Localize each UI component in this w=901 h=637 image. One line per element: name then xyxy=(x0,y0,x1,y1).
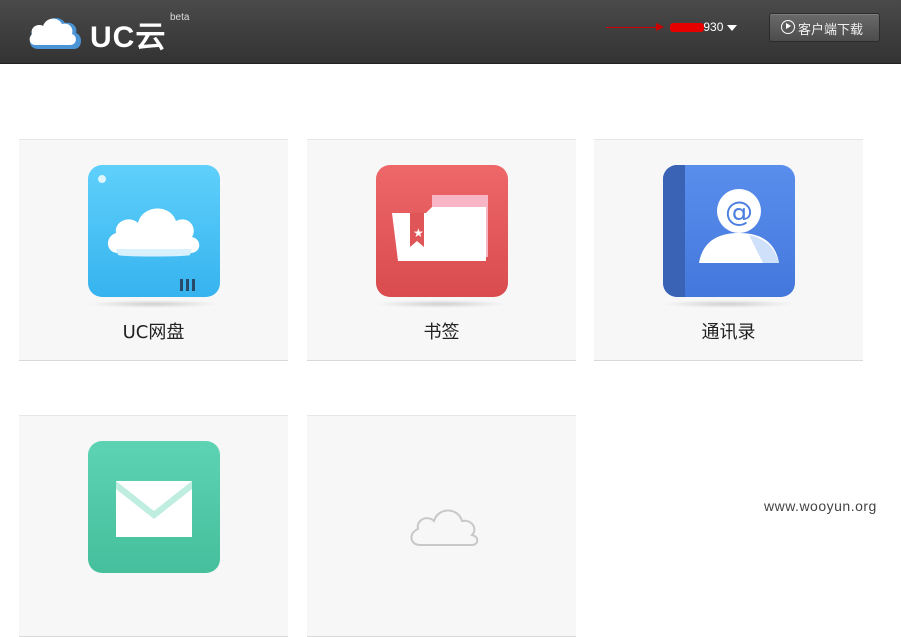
caret-down-icon[interactable] xyxy=(727,25,737,31)
tile-label: 书签 xyxy=(423,322,460,343)
contacts-icon: @ xyxy=(663,165,795,297)
tile-shadow xyxy=(87,300,219,308)
play-circle-icon xyxy=(781,20,795,34)
bookmark-folder-icon: ★ xyxy=(376,165,508,297)
cloud-drive-icon xyxy=(88,165,220,297)
annotation-arrowhead xyxy=(656,23,664,31)
logo[interactable]: UC云 beta xyxy=(28,8,198,54)
tile-add[interactable] xyxy=(307,415,576,637)
add-cloud-icon xyxy=(376,441,508,573)
tile-shadow xyxy=(375,300,507,308)
cloud-logo-icon xyxy=(29,17,82,49)
tile-label: UC网盘 xyxy=(122,322,185,343)
annotation-arrow xyxy=(606,27,658,28)
tile-cloud-drive[interactable]: UC网盘 xyxy=(19,139,288,361)
svg-text:@: @ xyxy=(725,195,753,228)
mail-icon xyxy=(88,441,220,573)
client-download-label: 客户端下载 xyxy=(798,23,864,38)
svg-text:★: ★ xyxy=(413,226,424,240)
tile-shadow xyxy=(662,300,794,308)
tile-contacts[interactable]: @ 通讯录 xyxy=(594,139,863,361)
tile-mail[interactable] xyxy=(19,415,288,637)
client-download-button[interactable]: 客户端下载 xyxy=(769,13,880,42)
tile-bookmarks[interactable]: ★ 书签 xyxy=(307,139,576,361)
user-name: 00000930 xyxy=(703,20,724,34)
top-bar: UC云 beta 00000930 客户端下载 xyxy=(0,0,901,64)
logo-text: UC云 xyxy=(90,21,167,54)
tile-label: 通讯录 xyxy=(701,322,756,343)
beta-badge: beta xyxy=(170,12,190,23)
user-menu[interactable]: 00000930 xyxy=(606,16,746,40)
watermark: www.wooyun.org xyxy=(764,498,877,514)
